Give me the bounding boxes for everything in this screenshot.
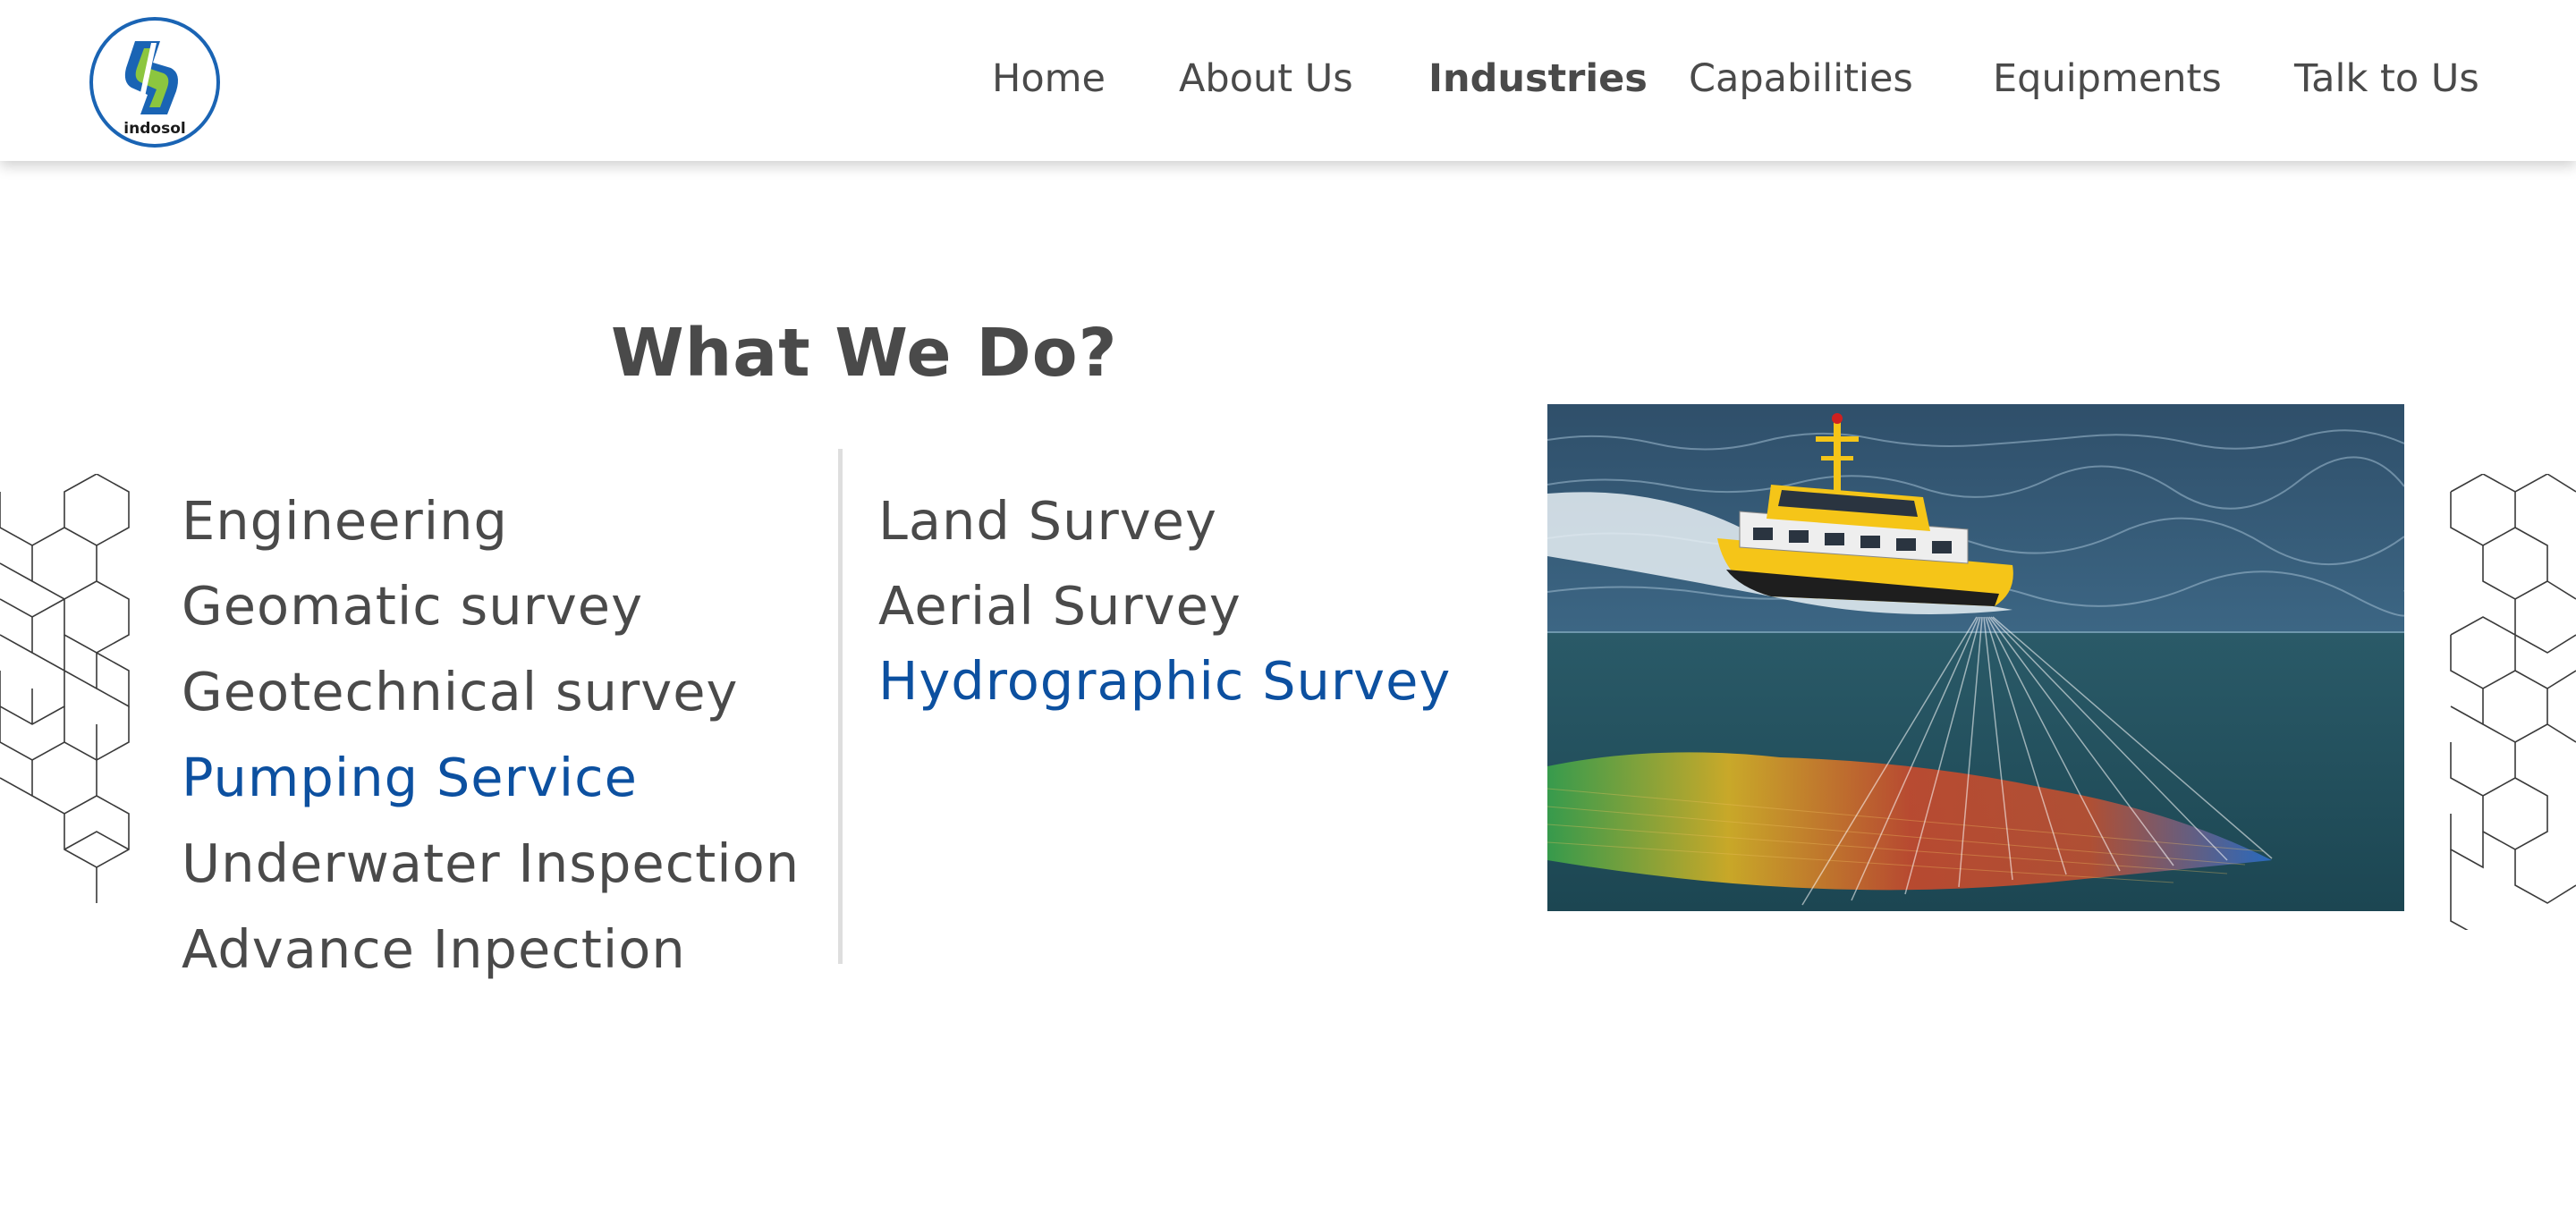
column-divider (838, 449, 843, 964)
logo-text: indosol (123, 120, 185, 138)
site-header: indosol Home About Us Industries Capabil… (0, 0, 2576, 161)
service-geomatic-survey[interactable]: Geomatic survey (182, 570, 643, 642)
nav-equipments[interactable]: Equipments (1993, 54, 2222, 104)
service-underwater-inspection[interactable]: Underwater Inspection (182, 828, 800, 900)
hydrographic-survey-image (1547, 404, 2404, 911)
service-land-survey[interactable]: Land Survey (878, 486, 1217, 557)
nav-industries[interactable]: Industries (1428, 54, 1648, 104)
nav-about-us[interactable]: About Us (1179, 54, 1353, 104)
section-title: What We Do? (611, 315, 1118, 392)
isometric-cube-pattern-left (0, 474, 130, 903)
indosol-logo[interactable]: indosol (89, 16, 221, 148)
service-pumping-service[interactable]: Pumping Service (182, 742, 638, 814)
service-engineering[interactable]: Engineering (182, 486, 508, 557)
nav-home[interactable]: Home (992, 54, 1106, 104)
nav-talk-to-us[interactable]: Talk to Us (2294, 54, 2479, 104)
nav-capabilities[interactable]: Capabilities (1689, 54, 1913, 104)
isometric-cube-pattern-right (2450, 474, 2576, 930)
service-geotechnical-survey[interactable]: Geotechnical survey (182, 656, 738, 728)
service-hydrographic-survey[interactable]: Hydrographic Survey (878, 646, 1451, 717)
service-advance-inpection[interactable]: Advance Inpection (182, 914, 686, 985)
survey-boat-illustration (1547, 404, 2404, 911)
service-aerial-survey[interactable]: Aerial Survey (878, 570, 1241, 642)
